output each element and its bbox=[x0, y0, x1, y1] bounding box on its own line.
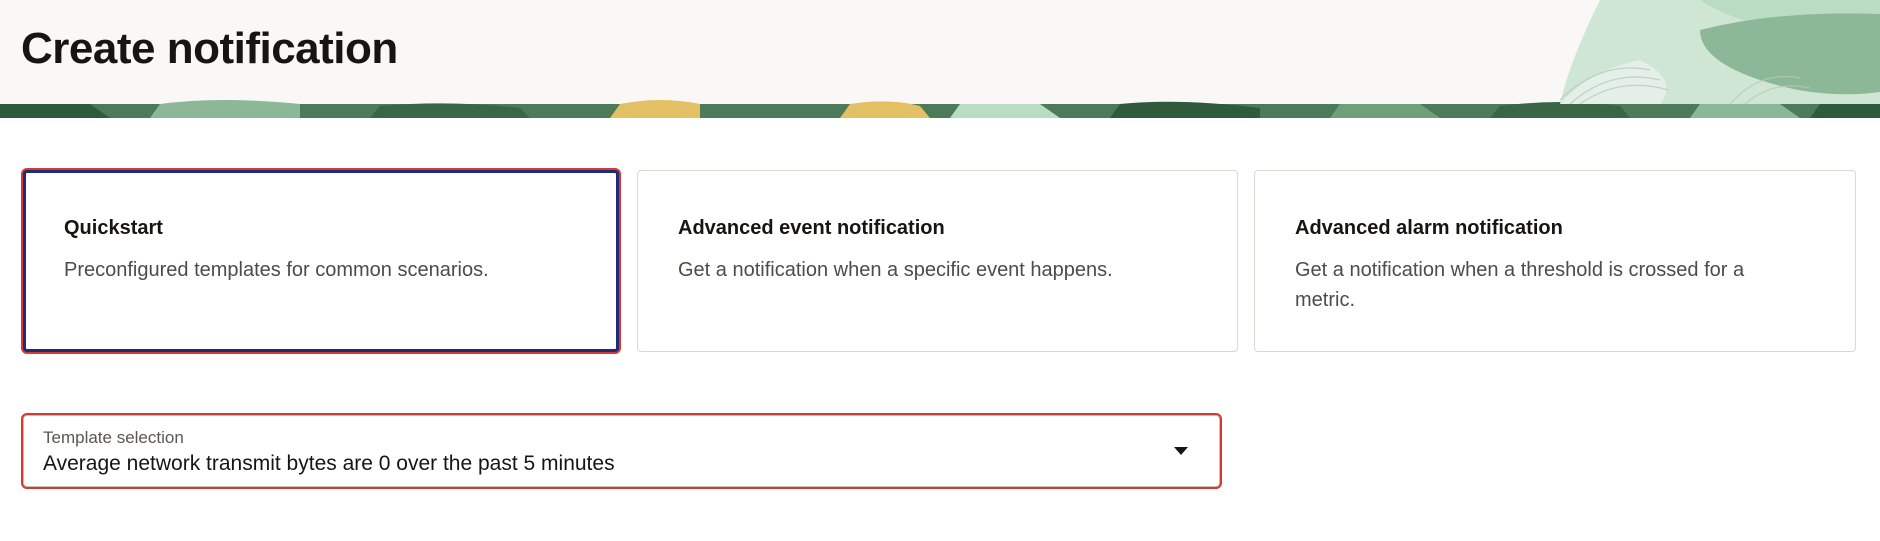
card-description: Preconfigured templates for common scena… bbox=[64, 259, 489, 281]
card-description: Get a notification when a specific event… bbox=[678, 259, 1113, 281]
advanced-alarm-notification-card[interactable]: Advanced alarm notification Get a notifi… bbox=[1254, 170, 1856, 352]
page-title: Create notification bbox=[21, 24, 398, 73]
template-selection-value: Average network transmit bytes are 0 ove… bbox=[43, 452, 615, 475]
card-title: Advanced event notification bbox=[678, 217, 945, 239]
card-title: Quickstart bbox=[64, 217, 163, 239]
template-selection-label: Template selection bbox=[43, 428, 184, 447]
quickstart-card[interactable]: Quickstart Preconfigured templates for c… bbox=[23, 170, 619, 352]
card-description: Get a notification when a threshold is c… bbox=[1295, 259, 1745, 311]
chevron-down-icon[interactable] bbox=[1173, 446, 1189, 456]
template-selection-dropdown[interactable]: Template selection Average network trans… bbox=[23, 415, 1220, 487]
advanced-event-notification-card[interactable]: Advanced event notification Get a notifi… bbox=[637, 170, 1238, 352]
card-title: Advanced alarm notification bbox=[1295, 217, 1563, 239]
page-header: Create notification bbox=[0, 0, 1880, 118]
